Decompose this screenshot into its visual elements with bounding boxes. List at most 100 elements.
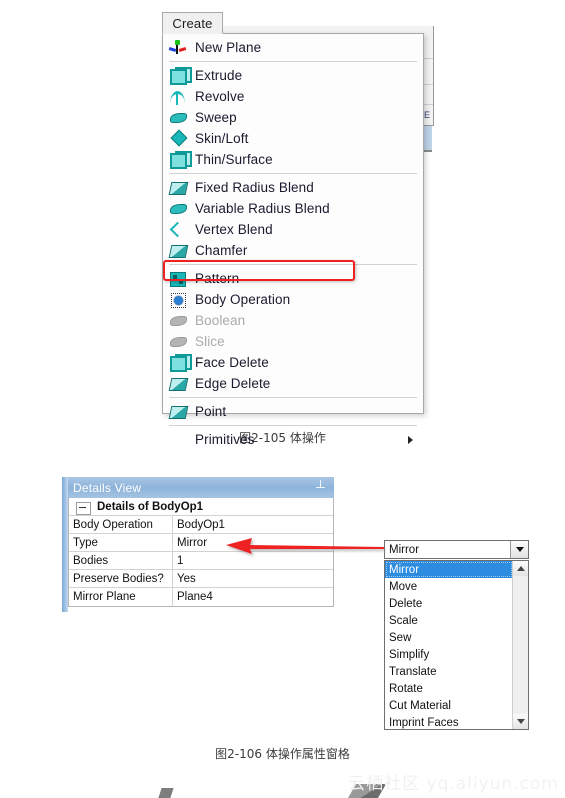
table-row[interactable]: Body Operation BodyOp1: [69, 516, 333, 534]
property-name: Preserve Bodies?: [69, 570, 173, 587]
skin-loft-icon: [169, 129, 188, 147]
menu-item-chamfer[interactable]: Chamfer: [163, 240, 423, 261]
menu-item-boolean: Boolean: [163, 310, 423, 331]
create-dropdown-menu: New Plane Extrude Revolve Sweep Skin/Lof…: [162, 33, 424, 447]
menu-item-label: Extrude: [195, 68, 243, 83]
slice-icon: [169, 333, 187, 350]
chamfer-icon: [168, 242, 189, 259]
menu-item-label: Thin/Surface: [195, 152, 273, 167]
menu-item-label: Primitives: [195, 432, 255, 447]
revolve-icon: [169, 88, 187, 105]
property-value[interactable]: Yes: [173, 570, 333, 587]
sweep-icon: [169, 109, 187, 126]
list-item-cut-material[interactable]: Cut Material: [385, 697, 513, 714]
property-name: Body Operation: [69, 516, 173, 533]
type-combobox-value: Mirror: [389, 543, 420, 556]
menu-item-label: Edge Delete: [195, 376, 271, 391]
chevron-down-icon[interactable]: [510, 541, 528, 558]
property-value[interactable]: Plane4: [173, 588, 333, 606]
menu-item-edge-delete[interactable]: Edge Delete: [163, 373, 423, 394]
extrude-icon: [169, 67, 192, 85]
menu-item-label: New Plane: [195, 40, 262, 55]
type-combobox[interactable]: Mirror: [384, 540, 529, 559]
chevron-right-icon: [408, 435, 413, 444]
menu-separator: [169, 173, 417, 174]
menu-item-skin-loft[interactable]: Skin/Loft: [163, 128, 423, 149]
menu-separator: [169, 425, 417, 426]
menu-separator: [169, 264, 417, 265]
edge-delete-icon: [168, 375, 189, 392]
point-icon: [168, 403, 189, 420]
body-operation-icon: [169, 291, 187, 308]
menu-item-label: Variable Radius Blend: [195, 201, 330, 216]
figure-caption-2: 图2-106 体操作属性窗格: [215, 747, 350, 761]
list-item-scale[interactable]: Scale: [385, 612, 513, 629]
menu-item-fixed-radius-blend[interactable]: Fixed Radius Blend: [163, 177, 423, 198]
type-dropdown-list[interactable]: Mirror Move Delete Scale Sew Simplify Tr…: [384, 560, 529, 730]
menu-item-slice: Slice: [163, 331, 423, 352]
menu-item-revolve[interactable]: Revolve: [163, 86, 423, 107]
menu-item-point[interactable]: Point: [163, 401, 423, 422]
list-item-translate[interactable]: Translate: [385, 663, 513, 680]
property-value[interactable]: BodyOp1: [173, 516, 333, 533]
menu-item-label: Point: [195, 404, 227, 419]
property-name: Mirror Plane: [69, 588, 173, 606]
menu-item-label: Skin/Loft: [195, 131, 249, 146]
property-name: Bodies: [69, 552, 173, 569]
menu-item-vertex-blend[interactable]: Vertex Blend: [163, 219, 423, 240]
list-item-simplify[interactable]: Simplify: [385, 646, 513, 663]
menu-item-label: Slice: [195, 334, 225, 349]
list-item-move[interactable]: Move: [385, 578, 513, 595]
list-item-imprint-faces[interactable]: Imprint Faces: [385, 714, 513, 729]
menu-item-label: Boolean: [195, 313, 246, 328]
menu-item-label: Revolve: [195, 89, 245, 104]
menu-item-new-plane[interactable]: New Plane: [163, 37, 423, 58]
menu-item-thin-surface[interactable]: Thin/Surface: [163, 149, 423, 170]
fixed-radius-blend-icon: [168, 179, 189, 196]
menu-item-variable-radius-blend[interactable]: Variable Radius Blend: [163, 198, 423, 219]
menu-item-label: Face Delete: [195, 355, 269, 370]
menu-item-label: Sweep: [195, 110, 237, 125]
collapse-expand-icon[interactable]: [76, 501, 91, 515]
pattern-icon: [169, 270, 187, 287]
next-figure-fragment-left: [158, 788, 174, 798]
menu-item-label: Fixed Radius Blend: [195, 180, 314, 195]
details-section-header-label: Details of BodyOp1: [97, 500, 204, 513]
scroll-down-icon[interactable]: [513, 714, 528, 729]
dropdown-scrollbar[interactable]: [512, 561, 528, 729]
bg-tree-item-label: E: [423, 110, 430, 120]
annotation-arrow: [226, 538, 384, 554]
vertex-blend-icon: [169, 221, 187, 238]
table-row[interactable]: Mirror Plane Plane4: [69, 588, 333, 606]
watermark: 云栖社区 yq.aliyun.com: [348, 769, 559, 794]
thin-surface-icon: [169, 151, 192, 169]
table-row[interactable]: Preserve Bodies? Yes: [69, 570, 333, 588]
menu-item-pattern[interactable]: Pattern: [163, 268, 423, 289]
menu-item-label: Pattern: [195, 271, 240, 286]
menu-separator: [169, 397, 417, 398]
menu-item-label: Vertex Blend: [195, 222, 273, 237]
variable-radius-blend-icon: [169, 200, 187, 217]
menu-item-sweep[interactable]: Sweep: [163, 107, 423, 128]
pin-icon[interactable]: ┴: [316, 480, 325, 494]
face-delete-icon: [169, 354, 192, 372]
type-dropdown-options: Mirror Move Delete Scale Sew Simplify Tr…: [385, 561, 513, 729]
menu-item-body-operation[interactable]: Body Operation: [163, 289, 423, 310]
list-item-delete[interactable]: Delete: [385, 595, 513, 612]
list-item-mirror[interactable]: Mirror: [385, 561, 513, 578]
menu-separator: [169, 61, 417, 62]
details-view-title-bar: Details View ┴: [68, 477, 334, 498]
menu-item-face-delete[interactable]: Face Delete: [163, 352, 423, 373]
list-item-rotate[interactable]: Rotate: [385, 680, 513, 697]
boolean-icon: [169, 312, 187, 329]
scroll-up-icon[interactable]: [513, 561, 528, 576]
create-menu-tab[interactable]: Create: [162, 12, 223, 34]
menu-item-primitives[interactable]: Primitives: [163, 429, 423, 450]
list-item-sew[interactable]: Sew: [385, 629, 513, 646]
details-section-header-row[interactable]: Details of BodyOp1: [69, 498, 333, 516]
menu-item-extrude[interactable]: Extrude: [163, 65, 423, 86]
watermark-en: yq.aliyun.com: [426, 774, 559, 794]
details-view-title: Details View: [73, 480, 142, 495]
watermark-cn: 云栖社区: [348, 774, 421, 794]
menu-item-label: Body Operation: [195, 292, 291, 307]
